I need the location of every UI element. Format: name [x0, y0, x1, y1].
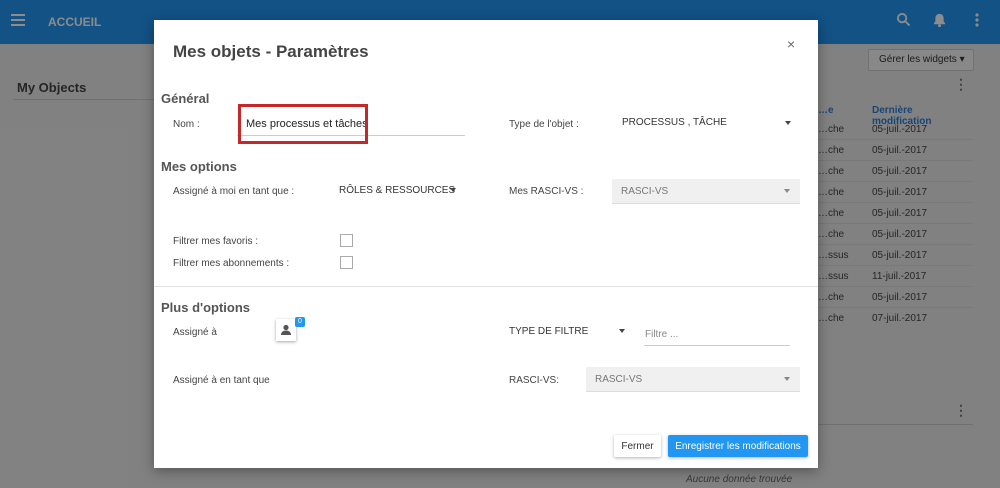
subscriptions-checkbox[interactable]: [340, 256, 353, 269]
name-label: Nom :: [173, 119, 200, 130]
assignee-picker[interactable]: [276, 319, 296, 341]
chevron-down-icon: [784, 377, 790, 381]
subscriptions-filter-label: Filtrer mes abonnements :: [173, 258, 290, 269]
dialog-title: Mes objets - Paramètres: [173, 42, 369, 61]
assigned-as-label: Assigné à moi en tant que :: [173, 186, 295, 197]
section-general: Général: [161, 91, 210, 106]
filter-text-field[interactable]: [644, 324, 784, 340]
settings-dialog: Mes objets - Paramètres × Général Nom : …: [154, 20, 818, 468]
highlight-annotation: [238, 104, 368, 144]
assigned-to-label: Assigné à: [173, 327, 217, 338]
object-type-select[interactable]: PROCESSUS , TÂCHE: [622, 117, 727, 128]
filter-input[interactable]: [644, 324, 790, 346]
rascivs-select: RASCI-VS: [586, 367, 800, 392]
favorites-filter-label: Filtrer mes favoris :: [173, 236, 259, 247]
chevron-down-icon[interactable]: [785, 121, 791, 125]
assigned-as-label: Assigné à en tant que: [173, 375, 270, 386]
my-rascivs-select: RASCI-VS: [612, 179, 800, 204]
roles-select[interactable]: RÔLES & RESSOURCES: [339, 185, 455, 196]
section-divider: [154, 286, 818, 287]
close-icon[interactable]: ×: [787, 36, 795, 52]
object-type-label: Type de l'objet :: [509, 119, 579, 130]
section-more-options: Plus d'options: [161, 300, 251, 315]
close-button[interactable]: Fermer: [614, 435, 661, 457]
person-icon: [281, 324, 291, 335]
section-my-options: Mes options: [161, 159, 237, 174]
save-changes-button[interactable]: Enregistrer les modifications: [668, 435, 808, 457]
filter-type-select[interactable]: TYPE DE FILTRE: [509, 326, 588, 337]
chevron-down-icon[interactable]: [619, 329, 625, 333]
assignee-count-badge: 0: [295, 317, 305, 327]
favorites-checkbox[interactable]: [340, 234, 353, 247]
my-rascivs-label: Mes RASCI-VS :: [509, 186, 584, 197]
chevron-down-icon: [784, 189, 790, 193]
chevron-down-icon[interactable]: [450, 188, 456, 192]
rascivs-label: RASCI-VS:: [509, 375, 560, 386]
